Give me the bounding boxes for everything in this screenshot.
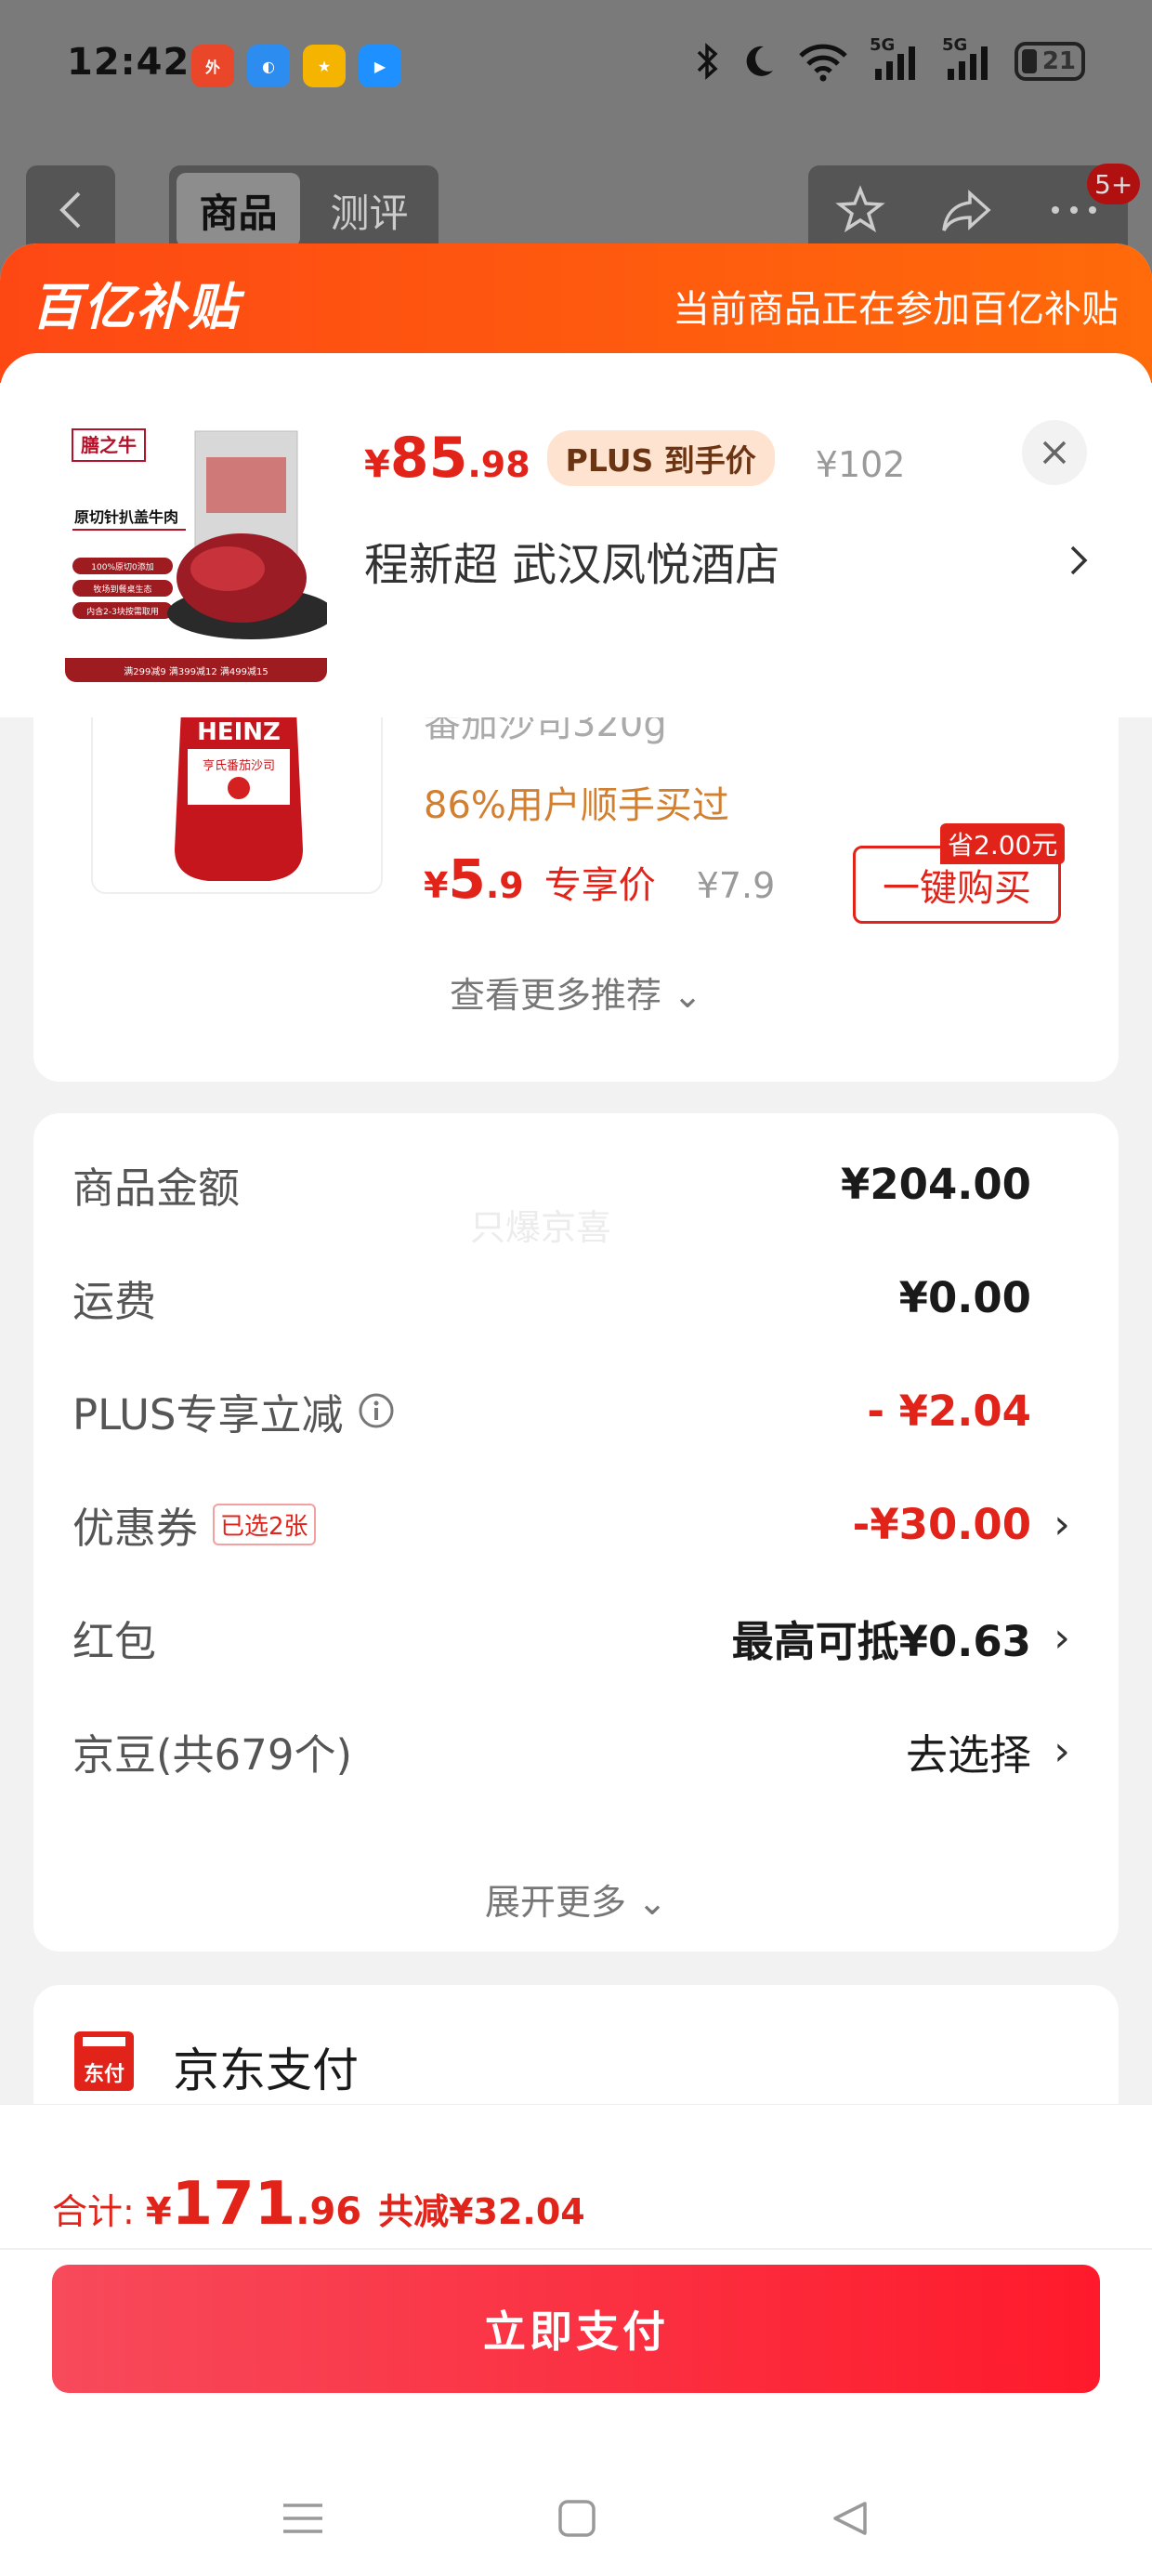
share-icon[interactable] bbox=[938, 184, 994, 236]
plus-discount-value: - ¥2.04 bbox=[867, 1386, 1031, 1436]
row-red-packet[interactable]: 红包 最高可抵¥0.63 › bbox=[72, 1600, 1072, 1675]
chevron-left-icon bbox=[59, 191, 81, 229]
recommend-currency: ¥ bbox=[424, 865, 449, 906]
bluetooth-icon bbox=[697, 43, 718, 80]
battery-icon: 21 bbox=[1015, 42, 1085, 81]
chevron-right-icon: › bbox=[1054, 1500, 1070, 1548]
app-play-icon: ▶ bbox=[359, 45, 401, 87]
recommend-rate: 86%用户顺手买过 bbox=[424, 784, 729, 827]
recommend-title: 番茄沙司320g bbox=[424, 717, 667, 745]
row-goods-amount: 商品金额 ¥204.00 bbox=[72, 1147, 1072, 1221]
recommend-original-price: ¥7.9 bbox=[696, 865, 776, 906]
divider bbox=[0, 2248, 1152, 2250]
moon-icon bbox=[746, 46, 773, 76]
total-currency: ¥ bbox=[145, 2190, 172, 2233]
row-jingdou[interactable]: 京豆(共679个) 去选择 › bbox=[72, 1714, 1072, 1788]
system-nav-bar bbox=[0, 2477, 1152, 2560]
coupon-label: 优惠券 bbox=[72, 1503, 199, 1553]
product-image-point-3: 内含2-3块按需取用 bbox=[86, 606, 159, 617]
price-decimal: .98 bbox=[467, 444, 530, 485]
row-coupon[interactable]: 优惠券 已选2张 -¥30.00 › bbox=[72, 1487, 1072, 1561]
address-selector[interactable]: 程新超 武汉凤悦酒店 bbox=[364, 528, 1089, 593]
menu-icon[interactable] bbox=[281, 2500, 324, 2537]
total-savings: 共减¥32.04 bbox=[378, 2191, 585, 2232]
goods-amount-value: ¥204.00 bbox=[841, 1159, 1031, 1209]
chevron-right-icon: › bbox=[1054, 1613, 1070, 1662]
background-page: 12:42 外 ◐ ★ ▶ 5G 5G 21 商品 测评 5+ bbox=[0, 0, 1152, 279]
product-card: 膳之牛 原切针扒盖牛肉 100%原切0添加 牧场到餐桌生态 内含2-3块按需取用… bbox=[0, 353, 1152, 717]
recommend-price-integer: 5 bbox=[448, 848, 486, 911]
star-icon[interactable] bbox=[834, 184, 886, 236]
expand-more-link[interactable]: 展开更多 ⌄ bbox=[33, 1873, 1119, 1925]
product-image-point-2: 牧场到餐桌生态 bbox=[93, 584, 151, 595]
total-decimal: .96 bbox=[295, 2190, 362, 2233]
status-bar: 12:42 外 ◐ ★ ▶ 5G 5G 21 bbox=[0, 0, 1152, 138]
plus-discount-label: PLUS专享立减 bbox=[72, 1389, 344, 1439]
product-image[interactable]: 膳之牛 原切针扒盖牛肉 100%原切0添加 牧场到餐桌生态 内含2-3块按需取用… bbox=[65, 420, 327, 682]
subsidy-notice: 当前商品正在参加百亿补贴 bbox=[673, 288, 1119, 331]
app-blue-icon: ◐ bbox=[247, 45, 290, 87]
price-integer: 85 bbox=[389, 426, 468, 491]
product-image-title: 原切针扒盖牛肉 bbox=[74, 508, 178, 526]
close-button[interactable] bbox=[1022, 420, 1087, 485]
recommend-card: 番茄沙司320g HEINZ 亨氏番茄沙司 86%用户顺手买过 ¥ 5 .9 专… bbox=[33, 717, 1119, 1082]
back-button[interactable] bbox=[26, 165, 115, 255]
nav-tabs: 商品 测评 bbox=[169, 165, 439, 255]
plus-price-tag: PLUS 到手价 bbox=[546, 430, 775, 486]
signal-5g-2: 5G bbox=[942, 35, 994, 82]
product-image-footer: 满299减9 满399减12 满499减15 bbox=[124, 666, 268, 677]
chevron-right-icon: › bbox=[1054, 1727, 1070, 1775]
message-badge: 5+ bbox=[1087, 164, 1141, 204]
red-packet-label: 红包 bbox=[72, 1616, 157, 1666]
product-price: ¥ 85 .98 PLUS 到手价 ¥102 bbox=[364, 426, 905, 492]
subsidy-logo: 百亿补贴 bbox=[32, 278, 240, 336]
order-summary: 只爆京喜 商品金额 ¥204.00 运费 ¥0.00 PLUS专享立减 - ¥2… bbox=[33, 1113, 1119, 1952]
nav-actions bbox=[808, 165, 1128, 255]
recommend-image-brand: HEINZ bbox=[197, 718, 281, 746]
jd-pay-icon: 东付 bbox=[74, 2031, 134, 2091]
shipping-value: ¥0.00 bbox=[898, 1272, 1031, 1322]
goods-amount-label: 商品金额 bbox=[72, 1163, 241, 1213]
status-indicators: 5G 5G 21 bbox=[695, 35, 1085, 82]
recommend-image-label: 亨氏番茄沙司 bbox=[203, 758, 275, 773]
product-image-point-1: 100%原切0添加 bbox=[91, 562, 153, 572]
status-app-icons: 外 ◐ ★ ▶ bbox=[191, 45, 401, 87]
recommend-image[interactable]: HEINZ 亨氏番茄沙司 bbox=[91, 717, 383, 894]
row-plus-discount: PLUS专享立减 - ¥2.04 bbox=[72, 1373, 1072, 1448]
jingdou-label: 京豆(共679个) bbox=[72, 1729, 353, 1780]
price-currency: ¥ bbox=[364, 443, 390, 486]
product-image-brand: 膳之牛 bbox=[81, 434, 137, 456]
original-price: ¥102 bbox=[815, 444, 906, 485]
status-time: 12:42 bbox=[67, 41, 190, 84]
red-packet-value: 最高可抵¥0.63 › bbox=[732, 1608, 1072, 1668]
payment-method-name: 京东支付 bbox=[173, 2044, 359, 2097]
tab-product[interactable]: 商品 bbox=[177, 173, 300, 247]
row-shipping: 运费 ¥0.00 bbox=[72, 1260, 1072, 1334]
save-tag: 省2.00元 bbox=[940, 823, 1066, 864]
total-summary: 合计: ¥ 171 .96 共减¥32.04 bbox=[52, 2170, 585, 2239]
info-icon[interactable] bbox=[358, 1392, 395, 1429]
more-recommend-link[interactable]: 查看更多推荐 ⌄ bbox=[33, 966, 1119, 1018]
wifi-icon bbox=[799, 44, 847, 82]
total-integer: 171 bbox=[171, 2170, 296, 2239]
home-icon[interactable] bbox=[556, 2498, 597, 2539]
app-yellow-icon: ★ bbox=[303, 45, 346, 87]
coupon-value: -¥30.00 › bbox=[853, 1500, 1072, 1549]
jingdou-value: 去选择 › bbox=[906, 1721, 1072, 1781]
shipping-label: 运费 bbox=[72, 1276, 157, 1326]
recommend-price: ¥ 5 .9 专享价 ¥7.9 bbox=[424, 848, 775, 911]
total-label: 合计: bbox=[52, 2191, 135, 2232]
app-waimai-icon: 外 bbox=[191, 45, 234, 87]
address-text: 程新超 武汉凤悦酒店 bbox=[364, 539, 780, 591]
chevron-right-icon bbox=[1070, 545, 1088, 575]
close-icon bbox=[1042, 440, 1067, 465]
back-icon[interactable] bbox=[830, 2498, 871, 2539]
recommend-price-decimal: .9 bbox=[485, 865, 524, 906]
pay-now-button[interactable]: 立即支付 bbox=[52, 2265, 1100, 2393]
recommend-exclusive-label: 专享价 bbox=[543, 864, 656, 907]
coupon-selected-tag: 已选2张 bbox=[213, 1503, 316, 1545]
tab-review[interactable]: 测评 bbox=[308, 173, 431, 247]
signal-5g-1: 5G bbox=[870, 35, 922, 82]
checkout-footer: 合计: ¥ 171 .96 共减¥32.04 立即支付 bbox=[0, 2104, 1152, 2576]
